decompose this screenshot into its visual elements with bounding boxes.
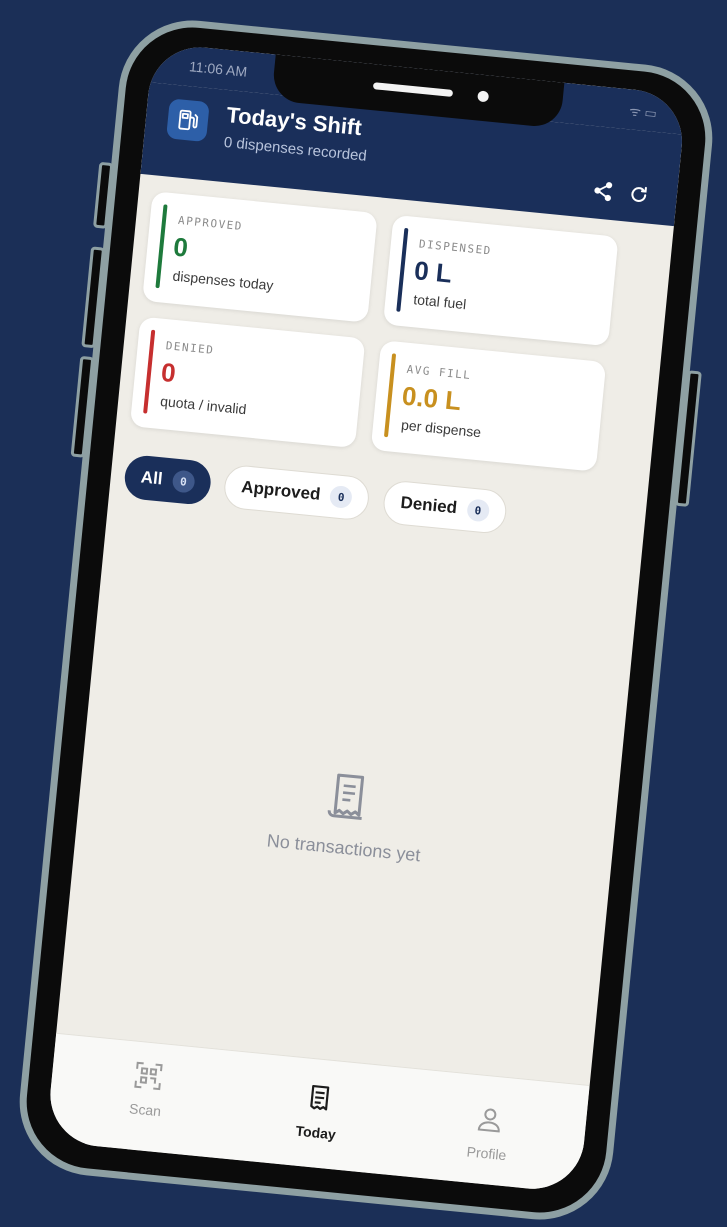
refresh-icon[interactable] xyxy=(626,181,652,207)
chip-label: Approved xyxy=(240,477,322,504)
stat-card-avg-fill: AVG FILL 0.0 L per dispense xyxy=(370,340,607,472)
tab-label: Profile xyxy=(466,1143,508,1164)
phone-screen: 11:06 AM ᯤ ▭ Today's Shift 0 dispenses r… xyxy=(45,42,687,1194)
main-content: APPROVED 0 dispenses today DISPENSED 0 L… xyxy=(56,174,674,1086)
filter-chip-denied[interactable]: Denied 0 xyxy=(381,479,508,536)
chip-count-badge: 0 xyxy=(329,484,354,510)
chip-count-badge: 0 xyxy=(465,498,490,523)
stat-card-denied: DENIED 0 quota / invalid xyxy=(129,316,366,449)
status-icons: ᯤ ▭ xyxy=(628,103,658,121)
tab-label: Scan xyxy=(128,1100,162,1120)
qr-scan-icon xyxy=(134,1061,163,1091)
tab-scan[interactable]: Scan xyxy=(85,1055,210,1123)
stat-label: DENIED xyxy=(165,339,215,357)
stat-caption: total fuel xyxy=(412,291,468,313)
front-camera xyxy=(477,90,490,103)
stat-value: 0.0 L xyxy=(400,380,463,417)
status-time: 11:06 AM xyxy=(188,58,248,80)
stat-value: 0 xyxy=(172,231,190,263)
stat-accent-bar xyxy=(383,353,397,438)
stat-card-approved: APPROVED 0 dispenses today xyxy=(142,191,378,323)
stat-accent-bar xyxy=(396,227,409,312)
chip-label: All xyxy=(139,467,164,489)
stat-value: 0 xyxy=(159,356,178,389)
filter-chip-all[interactable]: All 0 xyxy=(122,453,213,507)
stat-caption: quota / invalid xyxy=(159,392,248,418)
filter-chip-approved[interactable]: Approved 0 xyxy=(222,463,372,522)
empty-state-text: No transactions yet xyxy=(265,830,422,866)
empty-state: No transactions yet xyxy=(76,746,618,885)
fuel-pump-icon xyxy=(166,98,210,143)
chip-count-badge: 0 xyxy=(171,469,196,494)
receipt-icon xyxy=(327,773,365,821)
stat-label: DISPENSED xyxy=(418,237,493,258)
stat-caption: dispenses today xyxy=(171,267,275,294)
receipt-icon xyxy=(310,1084,330,1111)
stat-value: 0 L xyxy=(412,255,454,289)
tab-label: Today xyxy=(294,1122,337,1143)
phone-mockup: 11:06 AM ᯤ ▭ Today's Shift 0 dispenses r… xyxy=(12,13,720,1227)
user-icon xyxy=(477,1108,500,1133)
stat-label: AVG FILL xyxy=(406,362,472,383)
stat-accent-bar xyxy=(143,329,156,414)
tab-today[interactable]: Today xyxy=(255,1078,380,1146)
stat-caption: per dispense xyxy=(400,416,482,441)
stat-label: APPROVED xyxy=(177,213,244,234)
chip-label: Denied xyxy=(399,492,458,518)
speaker xyxy=(372,82,454,97)
share-icon[interactable] xyxy=(590,178,616,204)
stat-accent-bar xyxy=(155,204,168,289)
stat-card-dispensed: DISPENSED 0 L total fuel xyxy=(382,214,619,347)
tab-profile[interactable]: Profile xyxy=(426,1099,551,1167)
